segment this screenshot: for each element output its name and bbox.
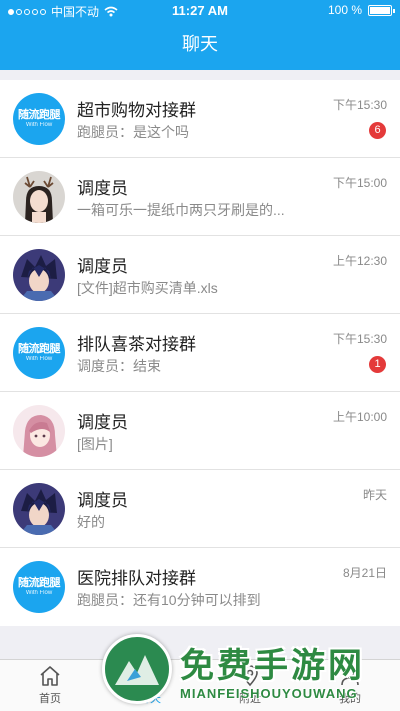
chat-time: 下午15:00 [332,176,387,190]
chat-time: 下午15:30 [332,332,387,346]
tab-label: 首页 [39,693,61,705]
chat-row[interactable]: 调度员 [文件]超市购买清单.xls 上午12:30 [0,236,400,314]
chat-name: 调度员 [77,179,128,198]
chat-preview: 跑腿员：是这个吗 [77,124,189,140]
watermark-title: 免费手游网 [180,647,365,685]
anime-girl-avatar [13,405,65,457]
brand-name: 随流跑腿 [18,109,61,121]
chat-time: 8月21日 [342,566,387,580]
brand-tagline: With Flow [25,590,53,596]
chat-preview: [文件]超市购买清单.xls [77,280,218,296]
chat-name: 调度员 [77,491,128,510]
chat-row[interactable]: 调度员 [图片] 上午10:00 [0,392,400,470]
chat-time: 下午15:30 [332,98,387,112]
tab-home[interactable]: 首页 [0,660,100,711]
unread-badge: 1 [369,356,386,373]
page-title: 聊天 [182,34,218,54]
chat-list: 随流跑腿 With Flow 超市购物对接群 跑腿员：是这个吗 下午15:30 … [0,80,400,626]
chat-preview: 好的 [77,514,105,530]
anime-boy-avatar [13,483,65,535]
battery-percent: 100 % [327,3,362,17]
chat-name: 排队喜茶对接群 [77,335,196,354]
chat-preview: [图片] [77,436,113,452]
status-bar: 中国不动 11:27 AM 100 % [0,0,400,20]
app-header: 中国不动 11:27 AM 100 % 聊天 [0,0,400,70]
chat-name: 超市购物对接群 [77,101,196,120]
chat-row[interactable]: 调度员 一箱可乐一提纸巾两只牙刷是的... 下午15:00 [0,158,400,236]
home-icon [40,666,60,686]
site-watermark: 免费手游网 MIANFEISHOUYOUWANG [102,628,392,711]
watermark-subtitle: MIANFEISHOUYOUWANG [180,686,358,701]
chat-preview: 调度员：结束 [77,358,161,374]
chat-row[interactable]: 随流跑腿 With Flow 排队喜茶对接群 调度员：结束 下午15:30 1 [0,314,400,392]
battery-icon [368,4,395,16]
brand-name: 随流跑腿 [18,343,61,355]
chat-preview: 一箱可乐一提纸巾两只牙刷是的... [77,202,285,218]
chat-time: 上午12:30 [332,254,387,268]
brand-logo-avatar: 随流跑腿 With Flow [13,327,65,379]
watermark-logo-icon [102,634,172,704]
girl-antlers-avatar [13,171,65,223]
chat-time: 昨天 [362,488,387,502]
chat-name: 调度员 [77,257,128,276]
brand-logo-avatar: 随流跑腿 With Flow [13,561,65,613]
chat-name: 调度员 [77,413,128,432]
brand-name: 随流跑腿 [18,577,61,589]
brand-tagline: With Flow [25,122,53,128]
brand-logo-avatar: 随流跑腿 With Flow [13,93,65,145]
anime-boy-avatar [13,249,65,301]
chat-row[interactable]: 随流跑腿 With Flow 医院排队对接群 跑腿员：还有10分钟可以排到 8月… [0,548,400,626]
chat-row[interactable]: 随流跑腿 With Flow 超市购物对接群 跑腿员：是这个吗 下午15:30 … [0,80,400,158]
chat-time: 上午10:00 [332,410,387,424]
brand-tagline: With Flow [25,356,53,362]
chat-preview: 跑腿员：还有10分钟可以排到 [77,592,261,608]
chat-row[interactable]: 调度员 好的 昨天 [0,470,400,548]
chat-name: 医院排队对接群 [77,569,196,588]
unread-badge: 6 [369,122,386,139]
